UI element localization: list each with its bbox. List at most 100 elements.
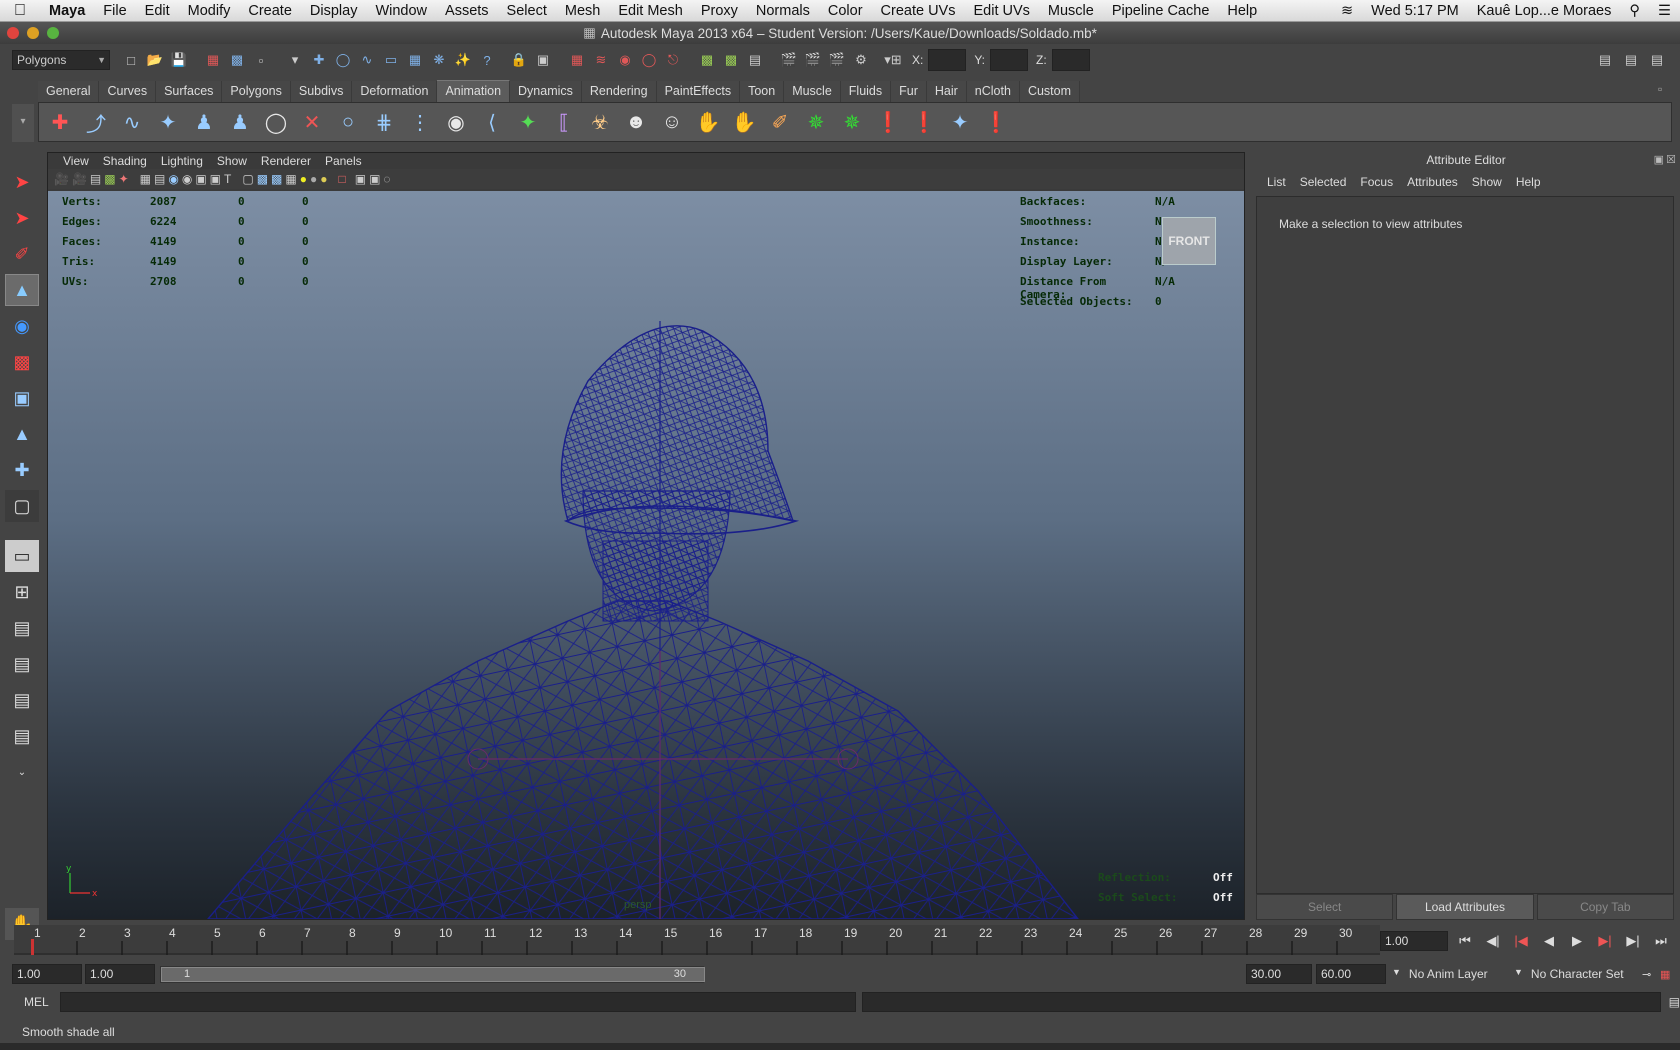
paint-select-tool-icon[interactable]: ✐ — [5, 238, 39, 270]
select-rendering-icon[interactable]: ✨ — [452, 49, 474, 71]
shelf-tab-polygons[interactable]: Polygons — [222, 81, 291, 102]
menu-modify[interactable]: Modify — [179, 3, 240, 19]
copy-tab-button[interactable]: Copy Tab — [1536, 894, 1674, 920]
orient-constraint-icon[interactable]: ✦ — [945, 106, 975, 138]
shelf-tab-custom[interactable]: Custom — [1019, 81, 1081, 102]
script-editor-icon[interactable]: ▤ — [1669, 995, 1680, 1009]
aim-constraint-icon[interactable]: ❗ — [909, 106, 939, 138]
animation-start-field[interactable]: 1.00 — [12, 964, 82, 984]
safe-action-icon[interactable]: ▣ — [210, 172, 221, 186]
hand-icon[interactable]: ✋ — [693, 106, 723, 138]
layouts-more-icon[interactable]: ⌄ — [5, 756, 39, 788]
apple-icon[interactable]:  — [0, 2, 40, 20]
point-constraint-icon[interactable]: ❗ — [873, 106, 903, 138]
menu-edit-uvs[interactable]: Edit UVs — [964, 3, 1038, 19]
render-view-icon[interactable]: 🎬 — [778, 49, 800, 71]
x-field[interactable] — [928, 49, 967, 71]
time-slider[interactable]: 1 2 3 4 5 6 7 8 9 10 11 12 13 14 15 16 17 18 19 20 21 22 23 24 2… — [14, 925, 1380, 955]
wire-icon[interactable]: ⟦ — [549, 106, 579, 138]
shelf-tab-fur[interactable]: Fur — [891, 81, 927, 102]
scale-tool-icon[interactable]: ▩ — [5, 346, 39, 378]
shelf-tab-muscle[interactable]: Muscle — [784, 81, 841, 102]
shelf-tab-animation[interactable]: Animation — [437, 80, 511, 102]
mask-dropdown-icon[interactable]: ▾ — [284, 49, 306, 71]
single-perspective-layout-icon[interactable]: ▭ — [5, 540, 39, 572]
go-to-start-icon[interactable]: ⏮ — [1454, 933, 1476, 949]
face-pose-icon[interactable]: ☺ — [657, 106, 687, 138]
ae-menu-selected[interactable]: Selected — [1293, 175, 1354, 189]
shelf-tab-hair[interactable]: Hair — [926, 81, 967, 102]
camera-select-icon[interactable]: 🎥 — [54, 172, 69, 186]
paint-weights-icon[interactable]: ✋ — [729, 106, 759, 138]
menu-assets[interactable]: Assets — [436, 3, 498, 19]
select-curves-icon[interactable]: ∿ — [356, 49, 378, 71]
viewport-menu-renderer[interactable]: Renderer — [254, 154, 318, 168]
shadows-icon[interactable]: ● — [320, 172, 327, 186]
shelf-tab-subdivs[interactable]: Subdivs — [290, 81, 353, 102]
ae-menu-attributes[interactable]: Attributes — [1400, 175, 1465, 189]
joint-tool-icon[interactable]: ◯ — [261, 106, 291, 138]
menu-edit[interactable]: Edit — [136, 3, 179, 19]
gate-mask-icon[interactable]: ◉ — [182, 172, 192, 186]
menu-mesh[interactable]: Mesh — [556, 3, 609, 19]
animation-preferences-icon[interactable]: ▦ — [1660, 968, 1670, 981]
shelf-trash-icon[interactable]: ▫ — [1658, 82, 1662, 96]
soft-mod-tool-icon[interactable]: ▲ — [5, 418, 39, 450]
smooth-shade-icon[interactable]: ▩ — [257, 172, 268, 186]
select-handles-icon[interactable]: ✚ — [308, 49, 330, 71]
close-window-button[interactable] — [7, 27, 19, 39]
viewport-menu-lighting[interactable]: Lighting — [154, 154, 210, 168]
play-backwards-icon[interactable]: ◀ — [1538, 933, 1560, 949]
viewport-menu-panels[interactable]: Panels — [318, 154, 369, 168]
wireframe-icon[interactable]: ▦ — [140, 172, 151, 186]
locator-icon[interactable]: ✵ — [801, 106, 831, 138]
wifi-icon[interactable]: ≋ — [1332, 3, 1362, 19]
ae-menu-list[interactable]: List — [1260, 175, 1293, 189]
last-tool-icon[interactable]: ▢ — [5, 490, 39, 522]
grid-toggle-icon[interactable]: ✦ — [119, 172, 129, 186]
zoom-window-button[interactable] — [47, 27, 59, 39]
menu-file[interactable]: File — [94, 3, 135, 19]
lock-selection-icon[interactable]: 🔒 — [508, 49, 530, 71]
wireframe-shading-icon[interactable]: ▢ — [242, 172, 253, 186]
snap-view-plane-icon[interactable]: ◯ — [638, 49, 660, 71]
persp-graph-hypergraph-layout-icon[interactable]: ▤ — [5, 720, 39, 752]
ae-menu-help[interactable]: Help — [1509, 175, 1548, 189]
step-back-frame-icon[interactable]: |◀ — [1510, 933, 1532, 949]
range-slider-track[interactable]: 1 30 — [160, 966, 705, 983]
textured-icon[interactable]: ▦ — [285, 172, 296, 186]
notification-list-icon[interactable]: ☰ — [1649, 3, 1680, 19]
spotlight-search-icon[interactable]: ⚲ — [1620, 3, 1649, 19]
ik-handle-icon[interactable]: ⤴ — [81, 106, 111, 138]
ipr-render-icon[interactable]: 🎬 — [826, 49, 848, 71]
xray-active-icon[interactable]: ◌ — [383, 172, 390, 186]
playback-start-field[interactable]: 1.00 — [85, 964, 155, 984]
range-slider-handle[interactable]: 1 30 — [161, 967, 705, 982]
select-dynamics-icon[interactable]: ❋ — [428, 49, 450, 71]
menu-proxy[interactable]: Proxy — [692, 3, 747, 19]
move-tool-icon[interactable]: ▲ — [5, 274, 39, 306]
bind-skin-icon[interactable]: ◉ — [441, 106, 471, 138]
menu-pipeline-cache[interactable]: Pipeline Cache — [1103, 3, 1219, 19]
lasso-tool-icon[interactable]: ➤ — [5, 202, 39, 234]
make-live-icon[interactable]: ⎋ — [662, 49, 684, 71]
menu-help[interactable]: Help — [1218, 3, 1266, 19]
insert-joint-icon[interactable]: ○ — [333, 106, 363, 138]
minimize-window-button[interactable] — [27, 27, 39, 39]
shelf-tab-general[interactable]: General — [38, 81, 100, 102]
smooth-wire-shade-icon[interactable]: ▩ — [271, 172, 282, 186]
lattice-icon[interactable]: ⟨ — [477, 106, 507, 138]
persp-outliner-layout-icon[interactable]: ▤ — [5, 612, 39, 644]
shelf-tab-curves[interactable]: Curves — [99, 81, 157, 102]
output-ops-icon[interactable]: ▩ — [720, 49, 742, 71]
paint-brush-icon[interactable]: ✐ — [765, 106, 795, 138]
safe-title-icon[interactable]: T — [224, 172, 231, 186]
skeleton-icon[interactable]: ✦ — [153, 106, 183, 138]
show-channel-box-icon[interactable]: ▤ — [1646, 49, 1668, 71]
close-panel-icon[interactable]: ☒ — [1666, 153, 1676, 166]
shelf-tab-painteffects[interactable]: PaintEffects — [656, 81, 741, 102]
field-chart-icon[interactable]: ▣ — [195, 172, 206, 186]
menu-display[interactable]: Display — [301, 3, 367, 19]
perspective-viewport[interactable]: View Shading Lighting Show Renderer Pane… — [47, 152, 1245, 920]
select-button[interactable]: Select — [1256, 894, 1394, 920]
